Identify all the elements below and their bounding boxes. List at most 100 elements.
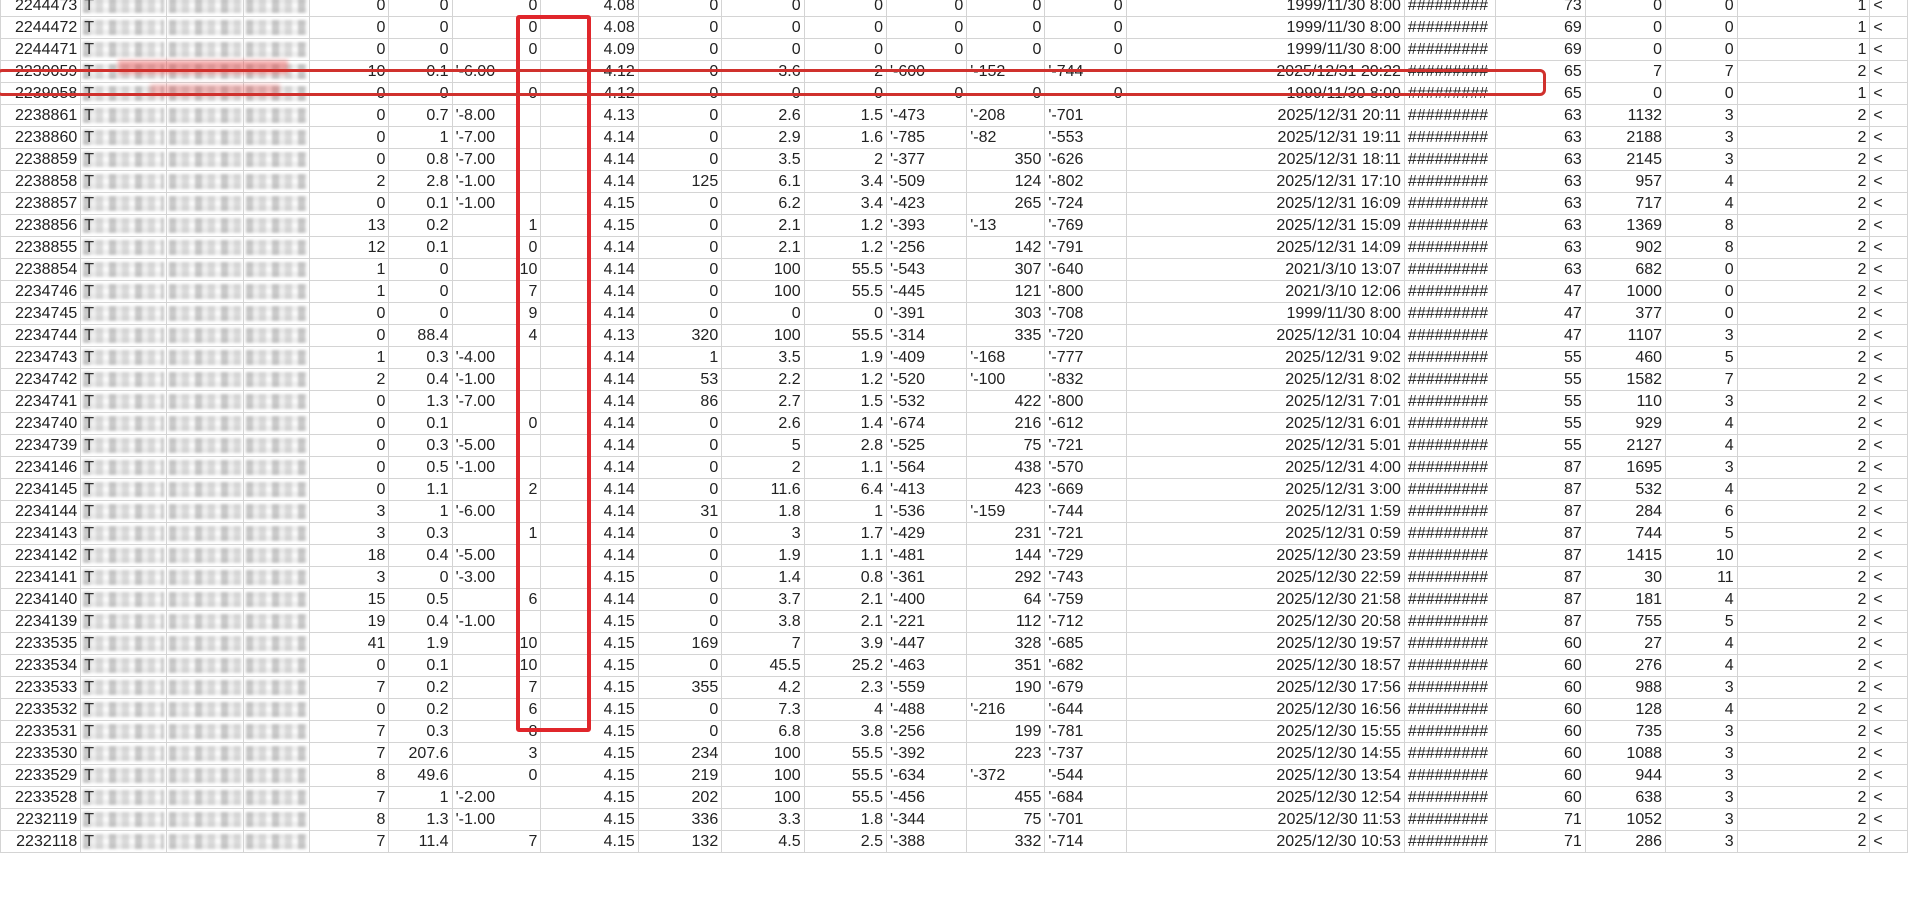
- cell[interactable]: 0: [637, 478, 723, 501]
- cell[interactable]: 100: [721, 324, 805, 347]
- cell[interactable]: 7: [309, 786, 390, 809]
- cell[interactable]: [242, 522, 311, 545]
- cell[interactable]: 63: [1494, 104, 1586, 127]
- cell[interactable]: 30: [1584, 566, 1667, 589]
- cell[interactable]: 0: [451, 236, 542, 259]
- cell[interactable]: 5: [721, 434, 805, 457]
- cell[interactable]: 0: [1044, 82, 1127, 105]
- cell[interactable]: 3.4: [803, 192, 888, 215]
- cell[interactable]: '-393: [885, 214, 968, 237]
- cell[interactable]: 0.1: [388, 60, 453, 83]
- cell[interactable]: 1.1: [803, 544, 888, 567]
- cell[interactable]: T: [80, 38, 167, 61]
- cell[interactable]: [242, 764, 311, 787]
- cell[interactable]: [242, 456, 311, 479]
- cell[interactable]: '-3.00: [451, 566, 542, 589]
- cell[interactable]: 2234744: [0, 324, 82, 347]
- cell[interactable]: T: [80, 456, 167, 479]
- cell[interactable]: 0: [637, 588, 723, 611]
- cell[interactable]: 1: [388, 126, 453, 149]
- cell[interactable]: 4.2: [721, 676, 805, 699]
- cell[interactable]: T: [80, 280, 167, 303]
- cell[interactable]: 2025/12/31 1:59: [1125, 500, 1405, 523]
- cell[interactable]: 0.2: [388, 214, 453, 237]
- cell[interactable]: 0: [1584, 38, 1667, 61]
- cell[interactable]: 3: [1665, 808, 1738, 831]
- cell[interactable]: #########: [1403, 566, 1496, 589]
- cell[interactable]: 216: [966, 412, 1046, 435]
- cell[interactable]: 682: [1584, 258, 1667, 281]
- cell[interactable]: 3.8: [803, 720, 888, 743]
- cell[interactable]: 2.5: [803, 830, 888, 853]
- cell[interactable]: 0.2: [388, 698, 453, 721]
- cell[interactable]: 0: [637, 236, 723, 259]
- cell[interactable]: '-785: [885, 126, 968, 149]
- cell[interactable]: 0: [721, 0, 805, 17]
- cell[interactable]: 0: [637, 544, 723, 567]
- cell[interactable]: 2234742: [0, 368, 82, 391]
- cell[interactable]: 60: [1494, 632, 1586, 655]
- cell[interactable]: 231: [966, 522, 1046, 545]
- cell[interactable]: 4.15: [540, 742, 639, 765]
- cell[interactable]: <: [1869, 324, 1908, 347]
- cell[interactable]: 0: [309, 104, 390, 127]
- cell[interactable]: [165, 192, 244, 215]
- cell[interactable]: T: [80, 0, 167, 17]
- cell[interactable]: '-413: [885, 478, 968, 501]
- cell[interactable]: 0: [388, 280, 453, 303]
- cell[interactable]: <: [1869, 104, 1908, 127]
- cell[interactable]: 2: [1736, 258, 1871, 281]
- cell[interactable]: 63: [1494, 170, 1586, 193]
- cell[interactable]: 6.4: [803, 478, 888, 501]
- cell[interactable]: 3: [1665, 676, 1738, 699]
- cell[interactable]: 100: [721, 764, 805, 787]
- cell[interactable]: <: [1869, 654, 1908, 677]
- cell[interactable]: 2025/12/30 16:56: [1125, 698, 1405, 721]
- cell[interactable]: 110: [1584, 390, 1667, 413]
- cell[interactable]: [165, 0, 244, 17]
- cell[interactable]: 2025/12/30 18:57: [1125, 654, 1405, 677]
- cell[interactable]: 0: [637, 280, 723, 303]
- cell[interactable]: #########: [1403, 390, 1496, 413]
- cell[interactable]: 6: [451, 588, 542, 611]
- cell[interactable]: 128: [1584, 698, 1667, 721]
- cell[interactable]: 2025/12/31 0:59: [1125, 522, 1405, 545]
- cell[interactable]: [165, 346, 244, 369]
- cell[interactable]: 1: [451, 522, 542, 545]
- cell[interactable]: 2244472: [0, 16, 82, 39]
- cell[interactable]: 2025/12/30 20:58: [1125, 610, 1405, 633]
- cell[interactable]: 63: [1494, 148, 1586, 171]
- cell[interactable]: [165, 412, 244, 435]
- cell[interactable]: 3.5: [721, 346, 805, 369]
- cell[interactable]: 0: [637, 412, 723, 435]
- cell[interactable]: #########: [1403, 544, 1496, 567]
- cell[interactable]: #########: [1403, 720, 1496, 743]
- cell[interactable]: 11.4: [388, 830, 453, 853]
- cell[interactable]: [242, 786, 311, 809]
- cell[interactable]: 0: [637, 434, 723, 457]
- cell[interactable]: [242, 830, 311, 853]
- cell[interactable]: 0: [388, 566, 453, 589]
- cell[interactable]: [242, 632, 311, 655]
- cell[interactable]: 332: [966, 830, 1046, 853]
- cell[interactable]: 9: [451, 302, 542, 325]
- cell[interactable]: 223: [966, 742, 1046, 765]
- cell[interactable]: '-759: [1044, 588, 1127, 611]
- cell[interactable]: '-6.00: [451, 60, 542, 83]
- cell[interactable]: 2025/12/30 12:54: [1125, 786, 1405, 809]
- cell[interactable]: 0: [388, 82, 453, 105]
- cell[interactable]: [242, 808, 311, 831]
- cell[interactable]: [165, 126, 244, 149]
- cell[interactable]: T: [80, 632, 167, 655]
- cell[interactable]: 2: [1736, 192, 1871, 215]
- cell[interactable]: <: [1869, 214, 1908, 237]
- cell[interactable]: 100: [721, 786, 805, 809]
- cell[interactable]: <: [1869, 16, 1908, 39]
- cell[interactable]: 4.14: [540, 522, 639, 545]
- cell[interactable]: '-679: [1044, 676, 1127, 699]
- cell[interactable]: 202: [637, 786, 723, 809]
- cell[interactable]: T: [80, 214, 167, 237]
- cell[interactable]: 0: [885, 0, 968, 17]
- cell[interactable]: #########: [1403, 368, 1496, 391]
- cell[interactable]: <: [1869, 280, 1908, 303]
